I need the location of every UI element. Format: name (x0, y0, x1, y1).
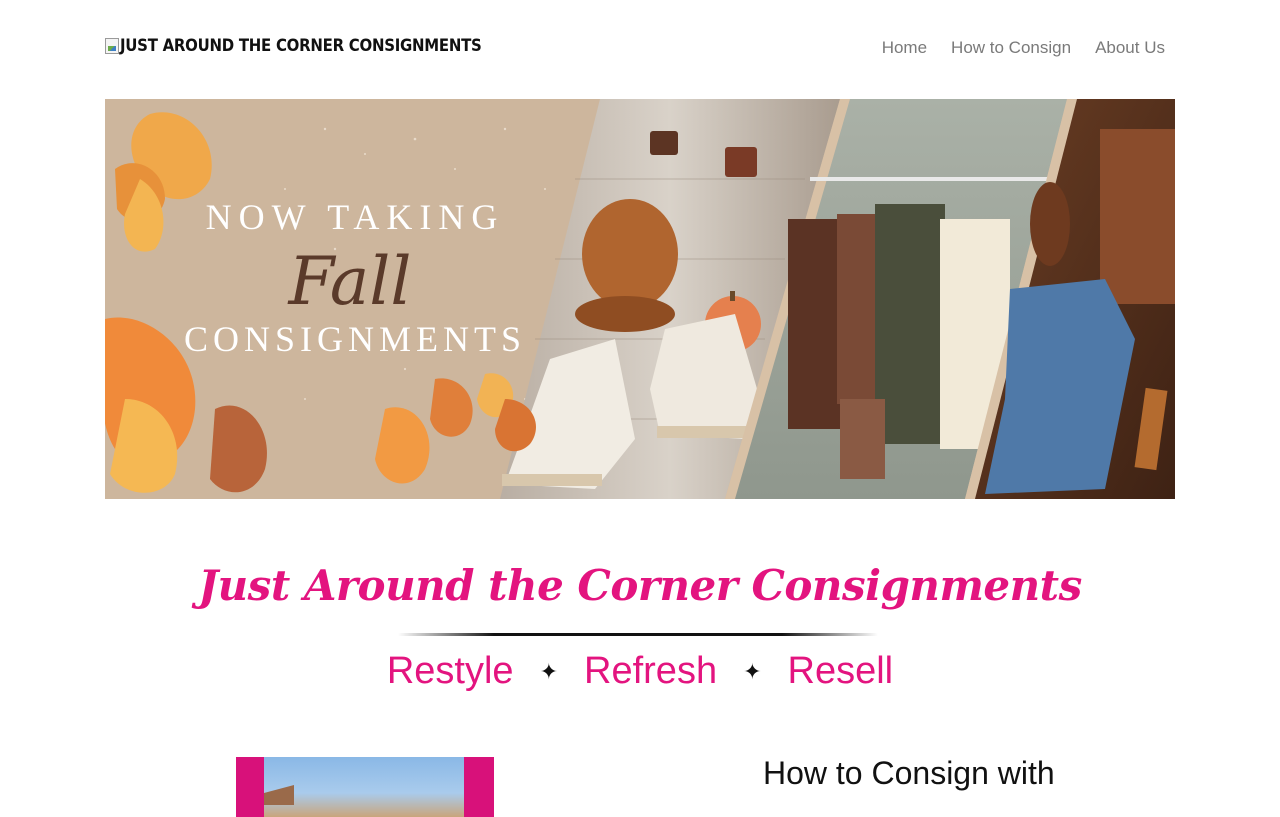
nav-home[interactable]: Home (882, 38, 927, 58)
sparkle-icon: ✦ (539, 658, 559, 684)
storefront-photo-frame (236, 757, 494, 817)
brand-divider (398, 633, 878, 636)
site-header: JUST AROUND THE CORNER CONSIGNMENTS Home… (0, 0, 1280, 99)
section-heading: How to Consign with (763, 755, 1055, 791)
brand-block: Just Around the Corner Consignments Rest… (0, 555, 1280, 715)
main-nav: Home How to Consign About Us (882, 38, 1165, 58)
site-logo-link[interactable]: JUST AROUND THE CORNER CONSIGNMENTS (105, 32, 531, 60)
storefront-photo (264, 757, 464, 817)
brand-tagline: Restyle ✦ Refresh ✦ Resell (0, 650, 1280, 693)
tagline-word-resell: Resell (787, 650, 894, 692)
roof-shape (264, 785, 294, 805)
brand-title: Just Around the Corner Consignments (198, 561, 1082, 610)
sparkle-icon: ✦ (743, 658, 762, 684)
banner-line-3: CONSIGNMENTS (184, 319, 526, 359)
banner-graphic: NOW TAKING Fall CONSIGNMENTS (105, 99, 1175, 499)
banner-line-1: NOW TAKING (206, 197, 505, 237)
cap-shape (582, 199, 678, 309)
garment-3 (875, 204, 945, 444)
nav-how-to-consign[interactable]: How to Consign (951, 38, 1071, 58)
hero-banner: NOW TAKING Fall CONSIGNMENTS (105, 99, 1175, 499)
site-logo-alt-text: JUST AROUND THE CORNER CONSIGNMENTS (120, 36, 482, 56)
broken-image-icon (105, 38, 119, 54)
banner-line-2: Fall (288, 243, 412, 320)
shirt-shape (1100, 129, 1175, 304)
tagline-word-refresh: Refresh (584, 650, 718, 692)
nav-about-us[interactable]: About Us (1095, 38, 1165, 58)
tagline-word-restyle: Restyle (386, 650, 514, 692)
